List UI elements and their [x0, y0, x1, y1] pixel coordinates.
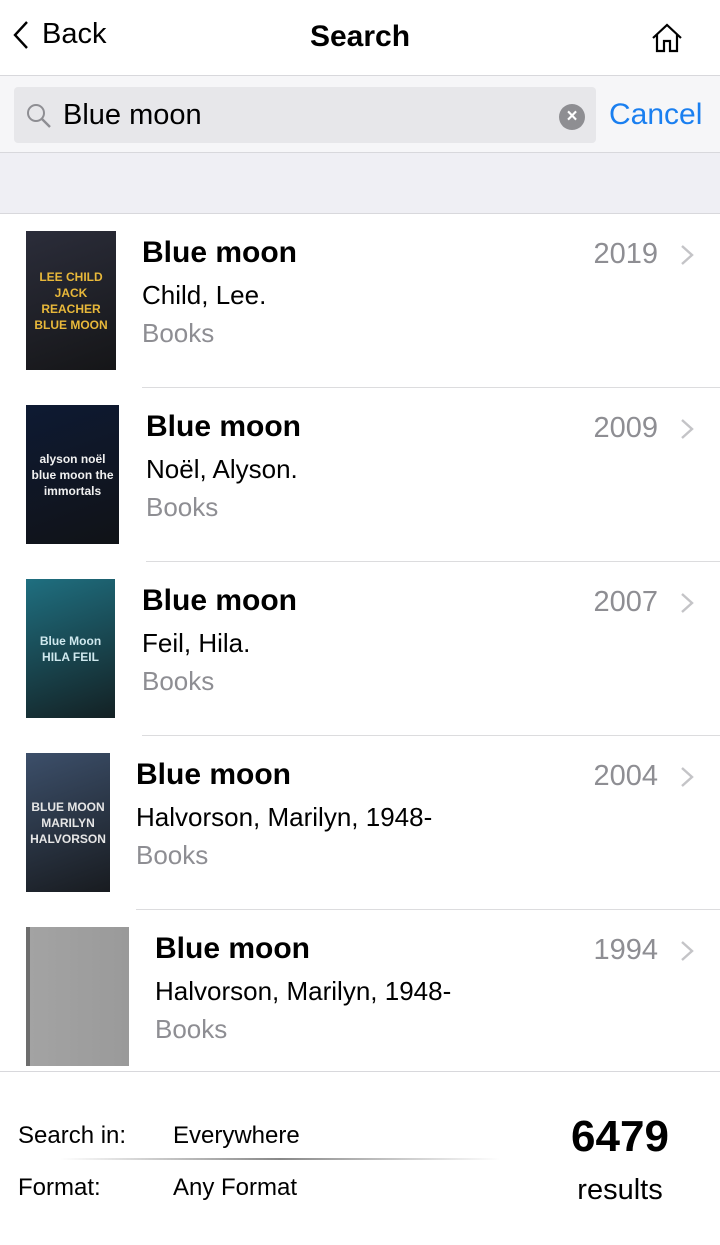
cover-text: alyson noël blue moon the immortals — [31, 451, 114, 498]
chevron-right-icon — [681, 941, 694, 961]
search-icon — [27, 104, 51, 128]
result-row[interactable]: Blue moon Halvorson, Marilyn, 1948- Books 1… — [0, 910, 720, 1084]
home-button[interactable] — [650, 22, 684, 59]
result-format: Books — [142, 318, 215, 348]
result-format: Books — [155, 1014, 228, 1044]
book-cover: LEE CHILD JACK REACHER BLUE MOON — [26, 231, 116, 370]
chevron-left-icon — [13, 20, 28, 49]
result-author: Halvorson, Marilyn, 1948- — [136, 802, 433, 832]
search-in-label: Search in: — [18, 1122, 127, 1149]
format-label: Format: — [18, 1174, 101, 1201]
cover-text: BLUE MOON MARILYN HALVORSON — [30, 799, 106, 846]
result-row[interactable]: BLUE MOON MARILYN HALVORSON Blue moon Halv… — [0, 736, 720, 910]
result-count-label: results — [577, 1174, 663, 1206]
result-author: Feil, Hila. — [142, 628, 251, 658]
result-format: Books — [136, 840, 209, 870]
result-format: Books — [142, 666, 215, 696]
back-button[interactable]: Back — [12, 18, 106, 51]
result-title: Blue moon — [146, 410, 301, 443]
result-title: Blue moon — [136, 758, 291, 791]
search-in-value[interactable]: Everywhere — [173, 1122, 300, 1150]
chevron-right-icon — [681, 245, 694, 265]
result-year: 2019 — [593, 238, 658, 270]
result-row[interactable]: LEE CHILD JACK REACHER BLUE MOON Blue moo… — [0, 214, 720, 388]
chevron-right-icon — [681, 593, 694, 613]
search-field: × — [14, 87, 596, 143]
chevron-right-icon — [681, 767, 694, 787]
cancel-button[interactable]: Cancel — [609, 98, 702, 132]
cover-text: Blue Moon HILA FEIL — [39, 633, 102, 664]
result-author: Halvorson, Marilyn, 1948- — [155, 976, 452, 1006]
search-input[interactable] — [63, 93, 543, 137]
book-cover: BLUE MOON MARILYN HALVORSON — [26, 753, 110, 892]
book-cover: alyson noël blue moon the immortals — [26, 405, 119, 544]
search-bar: × Cancel — [0, 76, 720, 153]
clear-icon: × — [566, 106, 578, 127]
search-footer: Search in: Everywhere Format: Any Format… — [0, 1071, 720, 1245]
spacer — [0, 153, 720, 214]
result-year: 2007 — [593, 586, 658, 618]
navigation-bar: Back Search — [0, 0, 720, 76]
home-icon — [652, 23, 682, 53]
result-year: 1994 — [593, 934, 658, 966]
result-year: 2004 — [593, 760, 658, 792]
result-row[interactable]: Blue Moon HILA FEIL Blue moon Feil, Hila. B… — [0, 562, 720, 736]
result-title: Blue moon — [142, 584, 297, 617]
result-year: 2009 — [593, 412, 658, 444]
result-row[interactable]: alyson noël blue moon the immortals Blue … — [0, 388, 720, 562]
format-value[interactable]: Any Format — [173, 1174, 297, 1202]
back-label: Back — [42, 18, 107, 50]
chevron-right-icon — [681, 419, 694, 439]
result-format: Books — [146, 492, 219, 522]
result-author: Noël, Alyson. — [146, 454, 298, 484]
book-cover — [26, 927, 129, 1066]
result-title: Blue moon — [155, 932, 310, 965]
result-title: Blue moon — [142, 236, 297, 269]
result-author: Child, Lee. — [142, 280, 267, 310]
divider — [60, 1158, 500, 1160]
book-cover: Blue Moon HILA FEIL — [26, 579, 115, 718]
page-title: Search — [309, 20, 411, 53]
result-count: 6479 — [571, 1112, 669, 1161]
cover-text: LEE CHILD JACK REACHER BLUE MOON — [34, 269, 108, 332]
clear-search-button[interactable]: × — [559, 104, 585, 130]
